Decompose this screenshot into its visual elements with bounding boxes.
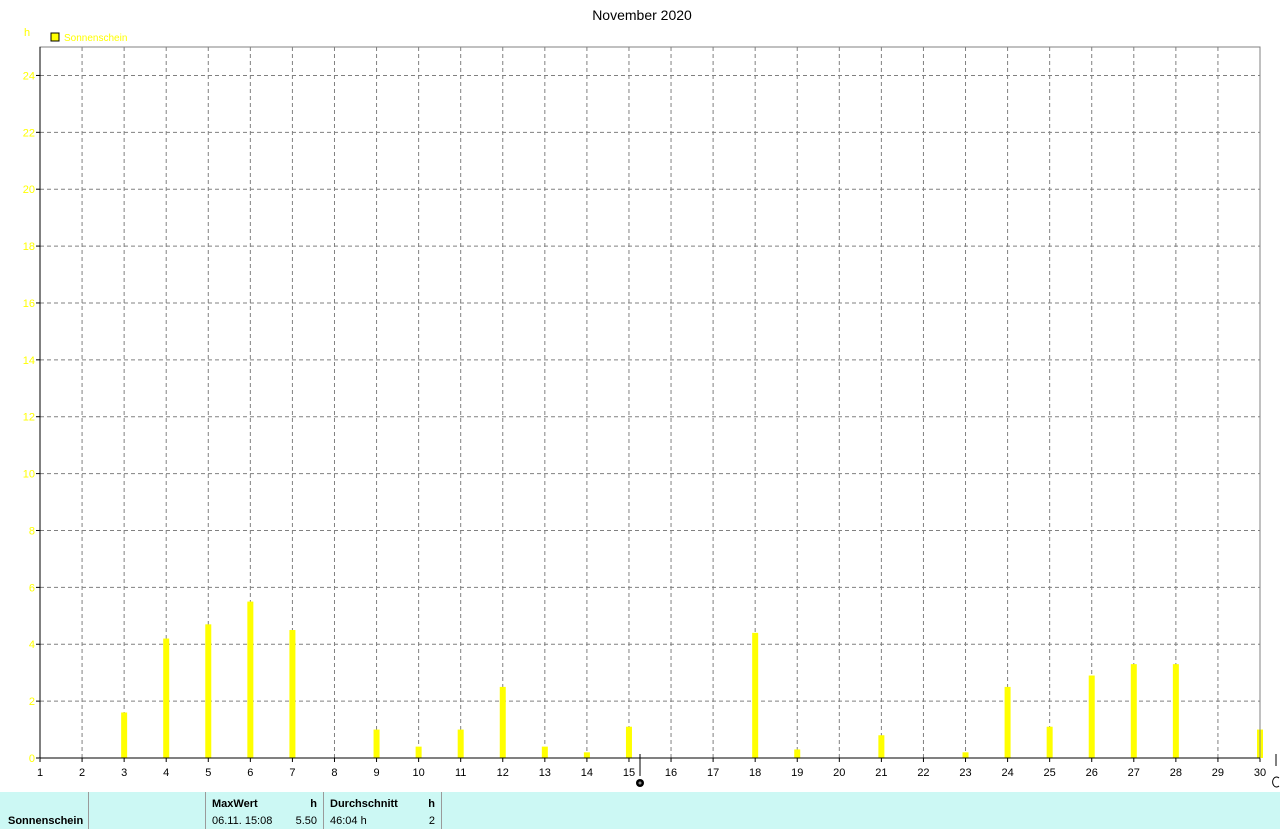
y-tick-label: 24 [23,70,35,82]
x-tick-label: 4 [163,767,169,779]
y-tick-label: 10 [23,469,35,481]
avg-extra: 2 [428,815,435,827]
bar-day-6 [247,601,254,758]
cursor-marker-dot [638,781,642,785]
y-tick-label: 20 [23,184,35,196]
x-tick-label: 24 [1001,767,1013,779]
y-tick-label: 14 [23,355,35,367]
avg-value: 46:04 h [330,815,367,827]
y-tick-label: 22 [23,127,35,139]
bar-day-10 [415,746,422,758]
x-tick-label: 23 [959,767,971,779]
x-tick-label: 14 [581,767,593,779]
footer-series-cell: Sonnenschein [0,792,89,829]
y-tick-label: 6 [29,582,35,594]
avg-unit: h [428,798,435,810]
y-axis-unit: h [24,27,30,39]
y-tick-label: 0 [29,753,35,765]
bars [121,601,1263,758]
y-tick-label: 16 [23,298,35,310]
x-tick-label: 5 [205,767,211,779]
bar-day-12 [499,686,506,758]
y-tick-label: 2 [29,696,35,708]
x-tick-label: 20 [833,767,845,779]
statistics-footer: Sonnenschein MaxWert h 06.11. 15:08 5.50… [0,792,1280,829]
x-tick-label: 10 [412,767,424,779]
footer-empty-cell [89,792,206,829]
x-tick-label: 29 [1212,767,1224,779]
bar-day-26 [1088,675,1095,758]
edge-glyph [1272,776,1280,788]
bar-day-14 [583,752,590,758]
x-tick-label: 25 [1044,767,1056,779]
bar-day-13 [541,746,548,758]
y-tick-label: 4 [29,639,35,651]
y-tick-label: 12 [23,412,35,424]
bar-day-4 [163,638,170,758]
bar-day-7 [289,630,296,758]
x-tick-label: 8 [331,767,337,779]
bar-day-21 [878,735,885,758]
avg-label: Durchschnitt [330,798,398,810]
bar-day-3 [121,712,128,758]
y-tick-label: 18 [23,241,35,253]
x-tick-label: 19 [791,767,803,779]
bar-day-25 [1046,726,1053,758]
bar-day-23 [962,752,969,758]
x-tick-label: 28 [1170,767,1182,779]
sunshine-chart: November 2020 h Sonnenschein 02468101214… [23,7,1280,788]
max-value: 5.50 [295,815,317,827]
max-label: MaxWert [212,798,258,810]
bar-day-28 [1172,664,1179,758]
max-unit: h [310,798,317,810]
max-date: 06.11. 15:08 [212,815,273,827]
bar-day-18 [752,632,759,758]
x-tick-label: 17 [707,767,719,779]
bar-day-19 [794,749,801,758]
x-tick-labels: 1 2 3 4 5 6 7 8 9 10 11 12 13 14 15 16 17 18 19 20 21 22 23 24 2… [37,767,1266,779]
x-tick-label: 12 [497,767,509,779]
y-tick-labels: 024681012141618202224 [23,70,35,765]
x-tick-label: 6 [247,767,253,779]
x-tick-label: 7 [289,767,295,779]
plot-frame [39,46,1261,759]
x-tick-label: 13 [539,767,551,779]
bar-day-9 [373,729,380,758]
legend-swatch [50,32,60,42]
legend-label: Sonnenschein [64,33,127,44]
chart-title: November 2020 [592,7,692,23]
x-tick-label: 9 [373,767,379,779]
axes [36,46,1261,762]
x-tick-label: 30 [1254,767,1266,779]
bar-day-5 [205,624,212,758]
x-tick-label: 18 [749,767,761,779]
bar-day-27 [1130,664,1137,758]
x-tick-label: 21 [875,767,887,779]
y-tick-label: 8 [29,525,35,537]
x-tick-label: 27 [1128,767,1140,779]
x-tick-label: 16 [665,767,677,779]
x-tick-label: 26 [1086,767,1098,779]
x-tick-label: 2 [79,767,85,779]
footer-max-cell: MaxWert h 06.11. 15:08 5.50 [206,792,324,829]
x-tick-label: 1 [37,767,43,779]
footer-avg-cell: Durchschnitt h 46:04 h 2 [324,792,442,829]
x-tick-label: 22 [917,767,929,779]
x-tick-label: 15 [623,767,635,779]
bar-day-11 [457,729,464,758]
bar-day-24 [1004,686,1011,758]
x-tick-label: 11 [455,767,466,779]
x-tick-label: 3 [121,767,127,779]
footer-series-label: Sonnenschein [8,815,84,827]
bar-day-15 [625,726,632,758]
grid [40,47,1260,758]
